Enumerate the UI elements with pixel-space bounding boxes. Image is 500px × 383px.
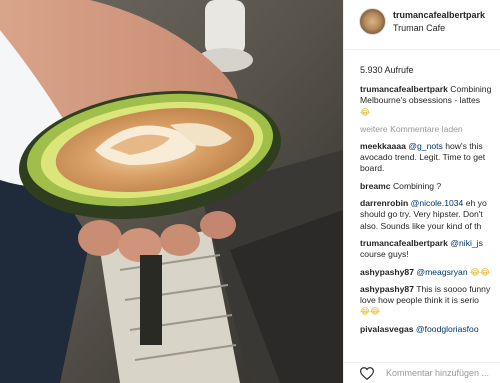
post-sidebar: trumancafealbertpark Truman Cafe 5.930 A… (343, 0, 500, 383)
comment-username[interactable]: darrenrobin (360, 198, 408, 208)
location-link[interactable]: Truman Cafe (393, 23, 445, 33)
comment-line: should go try. Very hipster. Don't (360, 209, 483, 220)
avatar[interactable] (359, 8, 386, 35)
comment-line: ashypashy87 @meagsryan 😂😂 (360, 267, 500, 278)
comment-mention[interactable]: @niki_js (450, 238, 483, 248)
comment-line: also. Sounds like your kind of th (360, 220, 482, 231)
comment-line: pivalasvegas @foodgloriasfoo (360, 324, 500, 335)
comment-username[interactable]: ashypashy87 (360, 267, 414, 277)
comment-username[interactable]: pivalasvegas (360, 324, 414, 334)
comment-line: meekkaaaa @g_nots how's this (360, 141, 500, 152)
comment-username[interactable]: meekkaaaa (360, 141, 406, 151)
comment-line: love how people think it is serio (360, 295, 479, 306)
load-more-comments-link[interactable]: weitere Kommentare laden (360, 124, 500, 135)
comment-line: darrenrobin @nicole.1034 eh yo (360, 198, 500, 209)
comment-text: 😂😂 (467, 266, 491, 277)
comment-mention[interactable]: @g_nots (408, 141, 443, 151)
comment-footer: Kommentar hinzufügen ... (344, 362, 500, 383)
comment-line: breamc Combining ? (360, 181, 500, 192)
comment-list: trumancafealbertpark Combining Melbourne… (360, 84, 500, 335)
heart-icon[interactable] (360, 367, 374, 380)
caption-line-2: Melbourne's obsessions - lattes (360, 95, 481, 106)
comment-line: board. (360, 163, 385, 174)
avocado-latte-photo (0, 0, 343, 383)
comment-mention[interactable]: @meagsryan (416, 267, 467, 277)
comment-username[interactable]: trumancafealbertpark (360, 238, 448, 248)
caption-line-1: trumancafealbertpark Combining (360, 84, 500, 95)
comment-line: trumancafealbertpark @niki_js (360, 238, 500, 249)
caption-username[interactable]: trumancafealbertpark (360, 84, 448, 94)
comment-text: This is soooo funny (413, 283, 491, 294)
comment-text: eh yo (463, 198, 487, 209)
comment-line: course guys! (360, 249, 409, 260)
username-link[interactable]: trumancafealbertpark (393, 10, 485, 20)
comment-mention[interactable]: @foodgloriasfoo (416, 324, 479, 334)
add-comment-input[interactable]: Kommentar hinzufügen ... (386, 368, 489, 378)
caption-emoji: 😂 (360, 106, 371, 117)
comment-text: how's this (442, 140, 483, 151)
comment-username[interactable]: ashypashy87 (360, 284, 414, 294)
comment-text: Combining ? (390, 180, 442, 191)
post-photo (0, 0, 343, 383)
comment-line: ashypashy87 This is soooo funny (360, 284, 500, 295)
caption-text: Combining (450, 84, 492, 94)
comment-username[interactable]: breamc (360, 181, 391, 191)
comment-line: avocado trend. Legit. Time to get (360, 152, 486, 163)
post-header: trumancafealbertpark Truman Cafe (344, 0, 500, 50)
comment-line: 😂😂 (360, 306, 381, 317)
comment-mention[interactable]: @nicole.1034 (411, 198, 464, 208)
view-count: 5.930 Aufrufe (360, 65, 414, 75)
